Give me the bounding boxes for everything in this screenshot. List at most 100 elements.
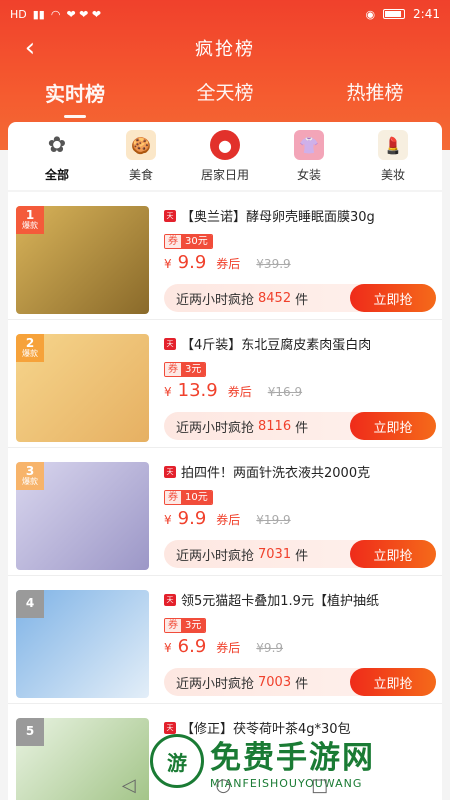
- system-navigation-bar: ◁ ○ □: [0, 770, 450, 800]
- product-image[interactable]: 1 爆款: [16, 206, 149, 314]
- price-row: ¥9.9 券后 ¥39.9: [164, 252, 291, 273]
- product-image[interactable]: 3 爆款: [16, 462, 149, 570]
- sales-bar: 近两小时疯抢 7031 件 立即抢: [164, 540, 436, 568]
- sales-bar: 近两小时疯抢 7003 件 立即抢: [164, 668, 436, 696]
- original-price: ¥9.9: [256, 641, 284, 655]
- product-title[interactable]: 拍四件！两面针洗衣液共2000克: [181, 462, 437, 481]
- battery-icon: [383, 9, 406, 19]
- all-icon: ✿: [47, 132, 67, 158]
- product-item[interactable]: 1 爆款天【奥兰诺】酵母卵壳睡眠面膜30g 券 30元 ¥9.9 券后 ¥39.9 近两小时疯…: [8, 192, 442, 320]
- sales-unit: 件: [295, 420, 309, 436]
- rank-badge: 1 爆款: [16, 206, 44, 234]
- notification-icon: ❤ ❤ ❤: [66, 7, 102, 21]
- sales-prefix: 近两小时疯抢: [176, 676, 255, 692]
- price-row: ¥9.9 券后 ¥19.9: [164, 508, 291, 529]
- coupon-value: 3元: [181, 619, 206, 632]
- sales-unit: 件: [295, 292, 309, 308]
- hot-label: 爆款: [22, 221, 38, 231]
- sales-unit: 件: [295, 548, 309, 564]
- after-coupon-label: 券后: [227, 385, 252, 399]
- coupon-price: 9.9: [177, 252, 207, 273]
- coupon-price: 6.9: [177, 636, 207, 657]
- buy-now-button[interactable]: 立即抢: [350, 540, 436, 568]
- category-all[interactable]: ✿ 全部: [22, 130, 92, 190]
- category-bar: ✿ 全部 🍪 美食 ● 居家日用 👚 女装 💄 美妆: [8, 122, 442, 190]
- price-row: ¥6.9 券后 ¥9.9: [164, 636, 283, 657]
- category-women-clothing[interactable]: 👚 女装: [274, 130, 344, 190]
- after-coupon-label: 券后: [216, 641, 241, 655]
- original-price: ¥39.9: [256, 257, 291, 271]
- product-image[interactable]: 4: [16, 590, 149, 698]
- status-time: 2:41: [413, 7, 440, 21]
- coupon-price: 9.9: [177, 508, 207, 529]
- back-button[interactable]: ‹: [16, 33, 44, 63]
- sales-prefix: 近两小时疯抢: [176, 420, 255, 436]
- coupon-label: 券: [165, 363, 181, 376]
- currency-symbol: ¥: [164, 385, 172, 399]
- nav-home-icon[interactable]: ○: [216, 775, 232, 796]
- after-coupon-label: 券后: [216, 513, 241, 527]
- food-icon: 🍪: [126, 130, 156, 160]
- category-home[interactable]: ● 居家日用: [190, 130, 260, 190]
- product-list: 1 爆款天【奥兰诺】酵母卵壳睡眠面膜30g 券 30元 ¥9.9 券后 ¥39.9 近两小时疯…: [8, 192, 442, 800]
- coupon-price: 13.9: [177, 380, 218, 401]
- coupon-badge: 券 3元: [164, 618, 207, 633]
- sales-count: 8452: [258, 290, 292, 306]
- rank-number: 5: [25, 724, 35, 739]
- tab-hot-push[interactable]: 热推榜: [315, 72, 435, 116]
- nav-recent-icon[interactable]: □: [311, 775, 328, 796]
- original-price: ¥19.9: [256, 513, 291, 527]
- hot-label: 爆款: [22, 477, 38, 487]
- eye-icon: ◉: [365, 7, 376, 21]
- sales-prefix: 近两小时疯抢: [176, 548, 255, 564]
- original-price: ¥16.9: [267, 385, 303, 399]
- product-title[interactable]: 【奥兰诺】酵母卵壳睡眠面膜30g: [181, 206, 437, 225]
- coupon-label: 券: [165, 491, 181, 504]
- tab-all-day[interactable]: 全天榜: [165, 72, 285, 116]
- top-navbar: ‹ 疯抢榜: [0, 30, 450, 66]
- sales-prefix: 近两小时疯抢: [176, 292, 255, 308]
- sales-count: 8116: [258, 418, 292, 434]
- rank-badge: 5: [16, 718, 44, 746]
- product-image[interactable]: 2 爆款: [16, 334, 149, 442]
- after-coupon-label: 券后: [216, 257, 241, 271]
- status-bar: HD ▮▮ ◠ ❤ ❤ ❤ ◉ 2:41: [0, 0, 450, 28]
- rank-badge: 3 爆款: [16, 462, 44, 490]
- coupon-badge: 券 30元: [164, 234, 213, 249]
- ranking-tabs: 实时榜 全天榜 热推榜: [0, 72, 450, 116]
- currency-symbol: ¥: [164, 257, 172, 271]
- buy-now-button[interactable]: 立即抢: [350, 412, 436, 440]
- nav-back-icon[interactable]: ◁: [122, 775, 136, 796]
- product-item[interactable]: 4 天领5元猫超卡叠加1.9元【植护抽纸券 3元 ¥6.9 券后 ¥9.9 近两小时疯抢 70…: [8, 576, 442, 704]
- hot-label: 爆款: [22, 349, 38, 359]
- buy-now-button[interactable]: 立即抢: [350, 284, 436, 312]
- tmall-icon: 天: [164, 338, 176, 350]
- clothing-icon: 👚: [294, 130, 324, 160]
- coupon-badge: 券 3元: [164, 362, 207, 377]
- category-cosmetics[interactable]: 💄 美妆: [358, 130, 428, 190]
- currency-symbol: ¥: [164, 513, 172, 527]
- tmall-icon: 天: [164, 210, 176, 222]
- currency-symbol: ¥: [164, 641, 172, 655]
- coupon-label: 券: [165, 235, 181, 248]
- coupon-value: 30元: [181, 235, 212, 248]
- product-title[interactable]: 领5元猫超卡叠加1.9元【植护抽纸: [181, 590, 437, 609]
- status-left-text: HD: [10, 7, 27, 21]
- chevron-left-icon: ‹: [24, 33, 36, 63]
- product-item[interactable]: 2 爆款 天【4斤装】东北豆腐皮素肉蛋白肉券 3元 ¥13.9 券后 ¥16.9 近两小时疯抢…: [8, 320, 442, 448]
- sales-count: 7031: [258, 546, 292, 562]
- cosmetics-icon: 💄: [378, 130, 408, 160]
- signal-icon: ▮▮: [32, 7, 45, 21]
- category-food[interactable]: 🍪 美食: [106, 130, 176, 190]
- product-item[interactable]: 3 爆款 天拍四件！两面针洗衣液共2000克券 10元 ¥9.9 券后 ¥19.9 近两小时疯…: [8, 448, 442, 576]
- price-row: ¥13.9 券后 ¥16.9: [164, 380, 302, 401]
- home-icon: ●: [210, 130, 240, 160]
- buy-now-button[interactable]: 立即抢: [350, 668, 436, 696]
- wifi-icon: ◠: [50, 7, 61, 21]
- rank-badge: 2 爆款: [16, 334, 44, 362]
- product-title[interactable]: 【4斤装】东北豆腐皮素肉蛋白肉: [181, 334, 437, 353]
- sales-unit: 件: [295, 676, 309, 692]
- tab-realtime[interactable]: 实时榜: [15, 72, 135, 116]
- coupon-label: 券: [165, 619, 181, 632]
- coupon-value: 10元: [181, 491, 212, 504]
